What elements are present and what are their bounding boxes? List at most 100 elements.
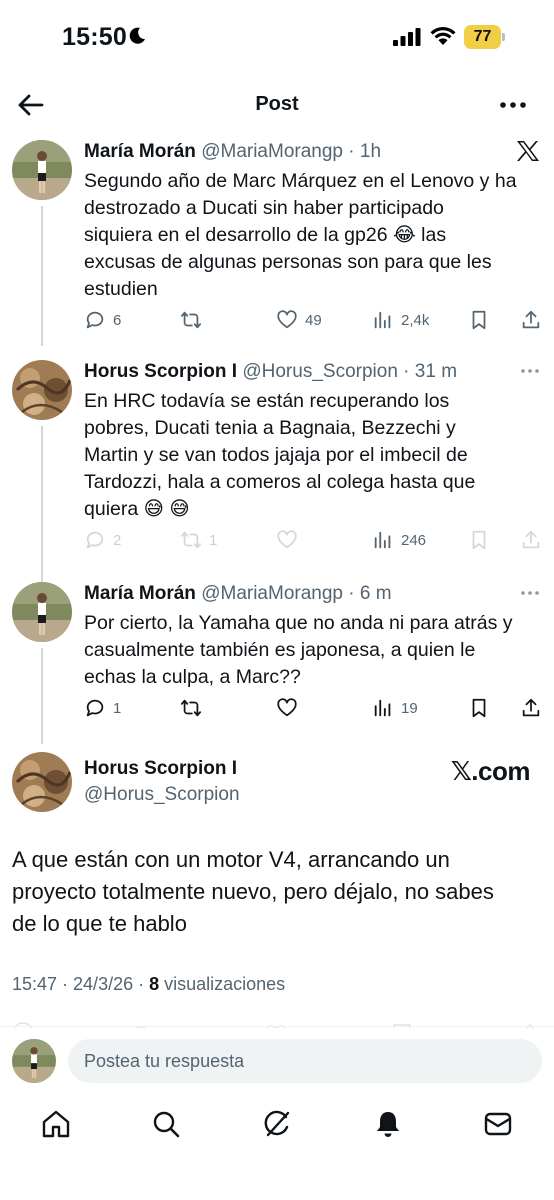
share-icon: [522, 530, 540, 549]
tweet-actions: 2 1 246: [84, 528, 544, 552]
like-button[interactable]: [276, 696, 305, 720]
page-title: Post: [255, 93, 299, 115]
author-handle[interactable]: @Horus_Scorpion: [242, 361, 398, 382]
reply-bar: Postea tu respuesta: [0, 1026, 554, 1092]
battery-level: 77: [464, 25, 501, 49]
repost-button[interactable]: [180, 308, 209, 332]
current-user-avatar[interactable]: [12, 1039, 56, 1083]
like-button[interactable]: 49: [276, 308, 322, 332]
tweet-actions: 1 19: [84, 696, 544, 720]
thread-line: [41, 648, 43, 744]
heart-icon: [277, 698, 297, 717]
repost-count: 1: [209, 531, 218, 549]
author-handle[interactable]: @Horus_Scorpion: [84, 784, 240, 806]
battery-indicator: 77: [464, 25, 506, 49]
cellular-signal-icon: [393, 28, 421, 46]
tweet-2[interactable]: Horus Scorpion I @Horus_Scorpion · 31 m …: [0, 360, 554, 582]
repost-button[interactable]: 1: [180, 528, 217, 552]
avatar[interactable]: [12, 752, 72, 812]
header: Post: [0, 76, 554, 134]
repost-icon: [180, 699, 202, 717]
bookmark-icon: [472, 698, 486, 718]
x-logo-icon: [517, 141, 539, 161]
bottom-nav: [0, 1092, 554, 1162]
tweet-3[interactable]: María Morán @MariaMorangp · 6 m Por cier…: [0, 582, 554, 744]
tweet-text: Por cierto, la Yamaha que no anda ni par…: [84, 612, 513, 688]
more-options-icon[interactable]: [520, 590, 540, 596]
author-handle[interactable]: @MariaMorangp: [201, 583, 343, 604]
grok-icon[interactable]: [261, 1108, 293, 1140]
tweet-meta: 15:47 · 24/3/26 · 8 visualizaciones: [12, 974, 285, 995]
heart-icon: [277, 530, 297, 549]
repost-icon: [180, 311, 202, 329]
bookmark-icon: [472, 310, 486, 330]
views-label: visualizaciones: [159, 974, 286, 994]
analytics-icon: [374, 699, 391, 717]
share-icon: [522, 698, 540, 717]
search-icon[interactable]: [150, 1108, 182, 1140]
like-count: 49: [305, 311, 322, 329]
main-tweet: Horus Scorpion I @Horus_Scorpion 𝕏.com A…: [0, 752, 554, 1012]
share-button[interactable]: [520, 308, 542, 332]
more-options-icon[interactable]: [520, 368, 540, 374]
author-name[interactable]: Horus Scorpion I: [84, 361, 237, 382]
notifications-icon[interactable]: [372, 1108, 404, 1140]
author-name[interactable]: Horus Scorpion I: [84, 758, 237, 780]
views-button[interactable]: 2,4k: [372, 308, 429, 332]
share-button[interactable]: [520, 696, 542, 720]
thread-line: [41, 206, 43, 346]
heart-icon: [277, 310, 297, 329]
status-time: 15:50: [62, 23, 127, 51]
avatar[interactable]: [12, 582, 72, 642]
tweet-header: María Morán @MariaMorangp · 1h: [84, 141, 382, 162]
tweet-text: En HRC todavía se están recuperando los …: [84, 390, 476, 520]
wifi-icon: [430, 26, 456, 45]
bookmark-button[interactable]: [468, 528, 490, 552]
messages-icon[interactable]: [482, 1108, 514, 1140]
avatar[interactable]: [12, 140, 72, 200]
view-count: 2,4k: [401, 311, 430, 329]
views-count: 8: [149, 974, 160, 994]
views-button[interactable]: 19: [372, 696, 418, 720]
more-options-icon[interactable]: [498, 90, 528, 120]
bookmark-button[interactable]: [468, 308, 490, 332]
like-button[interactable]: [276, 528, 305, 552]
reply-button[interactable]: 6: [84, 308, 121, 332]
author-handle[interactable]: @MariaMorangp: [201, 141, 343, 162]
repost-icon: [180, 531, 202, 549]
tweet-header: María Morán @MariaMorangp · 6 m: [84, 583, 392, 604]
tweet-header: Horus Scorpion I @Horus_Scorpion · 31 m: [84, 361, 458, 382]
reply-count: 6: [113, 311, 122, 329]
status-bar: 15:50 77: [0, 0, 554, 76]
tweet-time: 31 m: [414, 361, 458, 382]
reply-icon: [86, 311, 104, 329]
views-button[interactable]: 246: [372, 528, 426, 552]
home-icon[interactable]: [40, 1108, 72, 1140]
source-watermark: 𝕏.com: [450, 756, 531, 786]
bookmark-button[interactable]: [468, 696, 490, 720]
tweet-time: 6 m: [359, 583, 392, 604]
moon-icon: [129, 27, 145, 44]
view-count: 19: [401, 699, 418, 717]
reply-count: 2: [113, 531, 122, 549]
tweet-1[interactable]: María Morán @MariaMorangp · 1h Segundo a…: [0, 140, 554, 346]
tweet-text: Segundo año de Marc Márquez en el Lenovo…: [84, 170, 517, 300]
analytics-icon: [374, 311, 391, 329]
reply-button[interactable]: 1: [84, 696, 121, 720]
share-button[interactable]: [520, 528, 542, 552]
tweet-text: A que están con un motor V4, arrancando …: [12, 847, 494, 936]
share-icon: [522, 310, 540, 329]
author-name[interactable]: María Morán: [84, 141, 196, 162]
author-name[interactable]: María Morán: [84, 583, 196, 604]
thread-line: [41, 426, 43, 582]
tweet-actions: 6 49 2,4k: [84, 308, 544, 332]
tweet-timestamp: 15:47 · 24/3/26 ·: [12, 974, 150, 994]
reply-icon: [86, 531, 104, 549]
repost-button[interactable]: [180, 696, 209, 720]
analytics-icon: [374, 531, 391, 549]
reply-button[interactable]: 2: [84, 528, 121, 552]
reply-input[interactable]: Postea tu respuesta: [68, 1039, 542, 1083]
avatar[interactable]: [12, 360, 72, 420]
bookmark-icon: [472, 530, 486, 550]
reply-count: 1: [113, 699, 122, 717]
